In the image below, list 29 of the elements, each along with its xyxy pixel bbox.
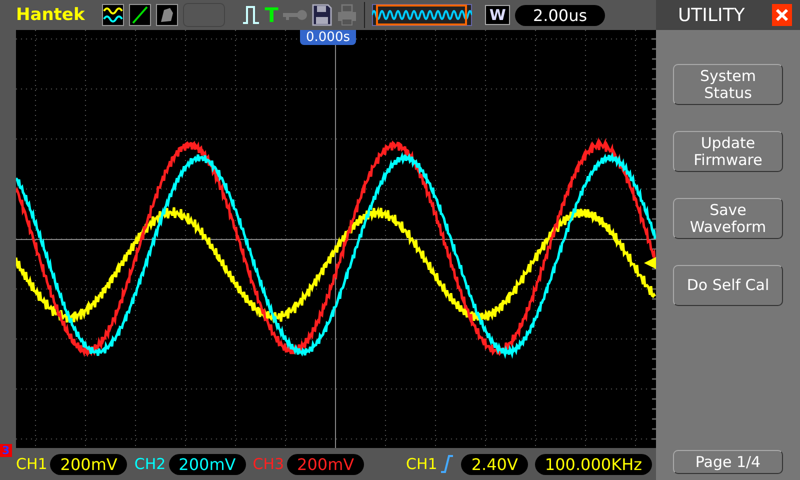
window-label: W [485,5,510,25]
persistence-icon[interactable] [156,4,178,26]
rising-edge-icon [440,455,454,473]
trigger-level: 2.40V [461,454,528,474]
menu-button[interactable]: Update Firmware [673,131,783,172]
time-offset-marker[interactable]: 0.000s [300,30,356,45]
trigger-level-marker [644,257,656,269]
frequency-reading: 100.000KHz [534,454,652,474]
trigger-source: CH1 [406,455,438,473]
trigger-status: T [264,3,278,27]
menu-button[interactable]: System Status [673,64,783,105]
page-button[interactable]: Page 1/4 [673,450,783,474]
key-icon [283,9,308,21]
channels-wave-icon[interactable] [102,4,124,26]
reference-marker: 3 [0,444,12,457]
channel-scale: 200mV [50,454,128,474]
channel-label[interactable]: CH1 [16,455,48,473]
close-button[interactable] [772,4,792,26]
timebase-value: 2.00us [514,4,606,26]
menu-button[interactable]: Save Waveform [673,198,783,239]
save-icon[interactable] [312,4,332,26]
brand-logo: Hantek [16,5,85,25]
menu-button[interactable]: Do Self Cal [673,265,783,306]
channel-label[interactable]: CH2 [134,455,166,473]
close-icon [775,8,789,22]
pulse-icon [242,4,260,26]
channel-scale: 200mV [287,454,364,474]
menu-title: UTILITY [678,4,745,26]
channel-scale: 200mV [168,454,246,474]
